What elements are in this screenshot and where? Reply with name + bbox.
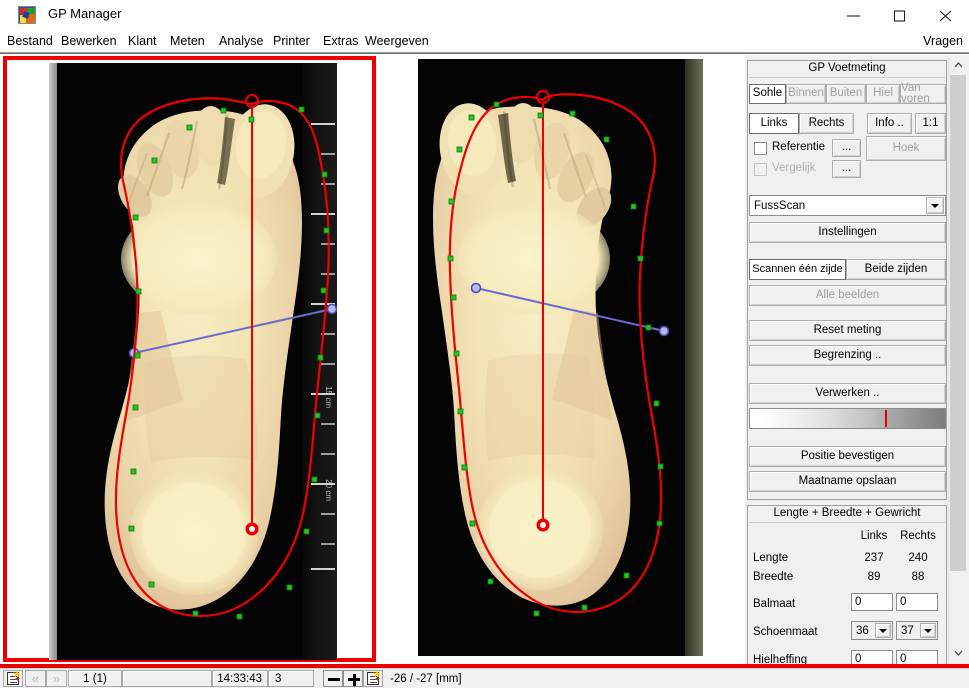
scrollbar-thumb[interactable] [950,75,966,571]
balmaat-left-input[interactable]: 0 [851,593,893,611]
right-foot-outline-overlay [433,90,670,617]
tab-binnen[interactable]: Binnen [786,84,826,104]
reset-measurement-button[interactable]: Reset meting [749,320,946,341]
tab-hiel[interactable]: Hiel [866,84,900,104]
referentie-browse-button[interactable]: ... [832,139,861,157]
status-bar: « » 1 (1) 14:33:43 3 -26 / -27 [mm] [0,668,969,688]
menu-analyse[interactable]: Analyse [216,32,266,50]
menu-weergeven[interactable]: Weergeven [362,32,432,50]
zoom-out-button[interactable] [323,670,343,687]
row-label-breedte: Breedte [753,571,794,583]
scroll-up-arrow-icon[interactable] [949,56,967,74]
close-button[interactable] [923,0,969,30]
new-document-icon[interactable] [3,670,23,687]
menu-bestand[interactable]: Bestand [4,32,56,50]
schoenmaat-right-select[interactable]: 37 [896,621,938,640]
gradient-marker [884,410,887,427]
menu-bewerken[interactable]: Bewerken [58,32,120,50]
count-display: 3 [268,670,314,687]
balmaat-right-input[interactable]: 0 [896,593,938,611]
tab-sohle[interactable]: Sohle [749,84,786,104]
tab-buiten[interactable]: Buiten [826,84,866,104]
menu-vragen[interactable]: Vragen [923,32,963,50]
referentie-label: Referentie [772,141,826,153]
scroll-down-arrow-icon[interactable] [949,644,967,662]
scan-both-sides-button[interactable]: Beide zijden [846,259,946,280]
boundary-button[interactable]: Begrenzing .. [749,345,946,366]
scale-1-1-button[interactable]: 1:1 [915,113,946,134]
control-panel: GP Voetmeting Sohle Binnen Buiten Hiel V… [745,55,969,668]
chevron-down-icon[interactable] [875,623,891,638]
menu-klant[interactable]: Klant [125,32,160,50]
menu-meten[interactable]: Meten [167,32,208,50]
right-foot-scan[interactable] [418,59,703,656]
confirm-position-button[interactable]: Positie bevestigen [749,446,946,467]
save-measurement-button[interactable]: Maatname opslaan [749,471,946,492]
tab-links[interactable]: Links [749,113,799,134]
lengte-right-value: 240 [908,552,928,564]
schoenmaat-right-value: 37 [901,624,914,637]
lengte-left-value: 237 [864,552,884,564]
zoom-in-button[interactable] [343,670,363,687]
next-record-button[interactable]: » [46,670,67,687]
gp-manager-window: GP Manager Bestand Bewerken Klant Meten … [0,0,969,688]
tab-van-voren[interactable]: Van voren [900,82,946,105]
prev-record-button[interactable]: « [25,670,46,687]
panel-scrollbar[interactable] [948,56,967,662]
left-foot-scan[interactable]: 15 cm 20 cm [49,63,337,660]
minimize-button[interactable] [831,0,877,30]
row-label-balmaat: Balmaat [753,598,796,610]
voetmeting-group-title: GP Voetmeting [808,62,886,74]
quality-gradient-bar[interactable] [749,408,946,429]
app-logo-icon [18,6,36,24]
time-display: 14:33:43 [212,670,268,687]
hoek-button[interactable]: Hoek [866,136,946,161]
instellingen-button[interactable]: Instellingen [749,222,946,243]
col-header-links: Links [860,530,888,542]
menu-bar: Bestand Bewerken Klant Meten Analyse Pri… [0,30,969,52]
referentie-checkbox[interactable] [754,142,767,155]
scanner-select[interactable]: FussScan [749,195,946,216]
right-scan-pane[interactable] [410,56,742,662]
title-bar: GP Manager [0,0,969,30]
results-group-title: Lengte + Breedte + Gewricht [773,507,921,519]
chevron-down-icon[interactable] [926,197,944,214]
coordinates-display: -26 / -27 [mm] [390,672,462,685]
tab-rechts[interactable]: Rechts [799,113,854,134]
results-group [747,505,947,665]
schoenmaat-left-value: 36 [856,624,869,637]
status-message-field [122,670,212,687]
vergelijk-browse-button[interactable]: ... [832,160,861,178]
left-scan-pane[interactable]: 15 cm 20 cm [3,56,376,662]
info-button[interactable]: Info .. [867,113,912,134]
process-button[interactable]: Verwerken .. [749,383,946,404]
maximize-button[interactable] [877,0,923,30]
breedte-left-value: 89 [867,571,881,583]
left-foot-outline-overlay [104,94,337,620]
scan-one-side-button[interactable]: Scannen één zijde [749,259,846,280]
report-icon[interactable] [363,670,383,687]
col-header-rechts: Rechts [900,530,936,542]
chevron-down-icon[interactable] [920,623,936,638]
scanner-select-value: FussScan [754,199,806,212]
breedte-right-value: 88 [911,571,925,583]
schoenmaat-left-select[interactable]: 36 [851,621,893,640]
vergelijk-label: Vergelijk [772,162,816,174]
all-images-button[interactable]: Alle beelden [749,285,946,306]
record-counter: 1 (1) [68,670,122,687]
menu-extras[interactable]: Extras [320,32,361,50]
window-title: GP Manager [48,6,122,21]
row-label-schoenmaat: Schoenmaat [753,626,818,638]
menu-printer[interactable]: Printer [270,32,313,50]
group-divider [749,77,945,78]
row-label-lengte: Lengte [753,552,789,564]
vergelijk-checkbox[interactable] [754,163,767,176]
results-divider [749,522,945,523]
